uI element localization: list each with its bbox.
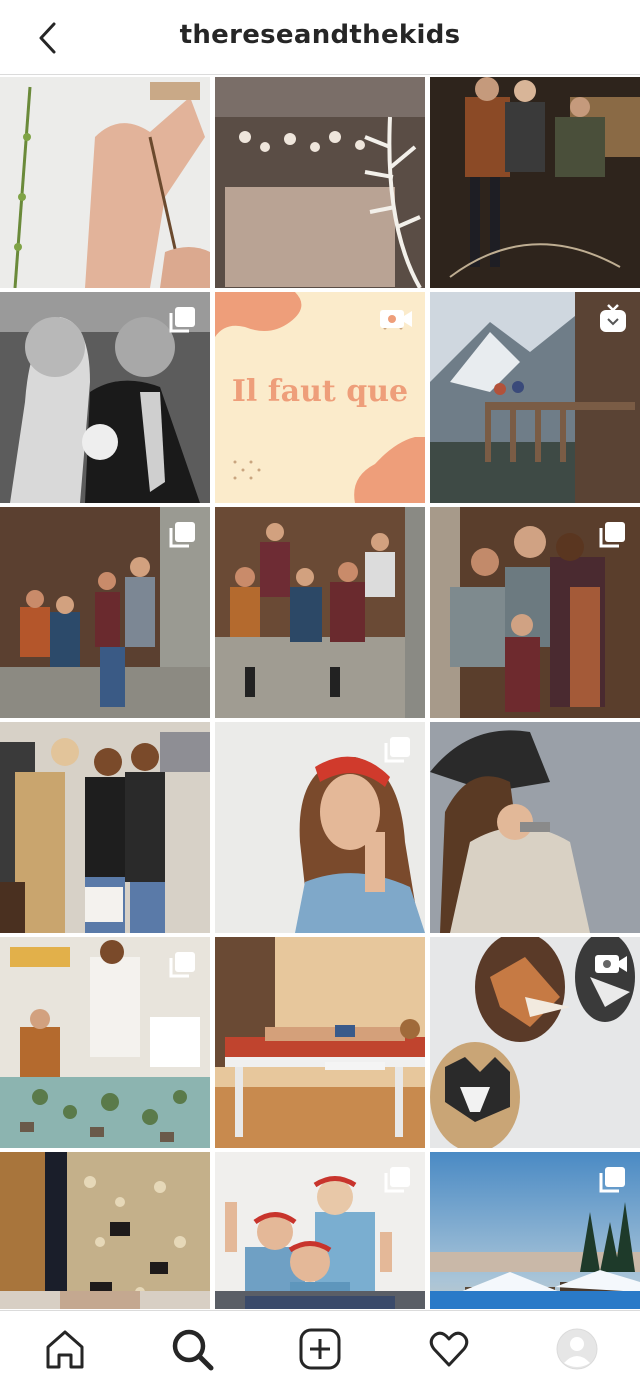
igtv-icon: [598, 304, 628, 334]
video-icon: [594, 949, 628, 979]
grid-post[interactable]: [0, 77, 210, 288]
grid-post[interactable]: [215, 722, 425, 933]
grid-post[interactable]: [430, 1152, 640, 1309]
carousel-icon: [383, 734, 413, 764]
carousel-icon: [168, 519, 198, 549]
profile-username-title: thereseandthekids: [179, 20, 461, 50]
home-icon[interactable]: [43, 1327, 87, 1371]
grid-post[interactable]: [430, 77, 640, 288]
grid-post[interactable]: [430, 937, 640, 1148]
grid-post[interactable]: [0, 292, 210, 503]
bottom-navigation: [0, 1310, 640, 1386]
grid-post[interactable]: [0, 937, 210, 1148]
quote-text: Il faut que: [231, 374, 409, 409]
grid-post[interactable]: [430, 507, 640, 718]
activity-heart-icon[interactable]: [427, 1327, 471, 1371]
carousel-icon: [168, 949, 198, 979]
grid-post[interactable]: [215, 77, 425, 288]
carousel-icon: [598, 519, 628, 549]
grid-post[interactable]: [0, 722, 210, 933]
grid-post[interactable]: [215, 507, 425, 718]
grid-post[interactable]: [215, 1152, 425, 1309]
grid-post[interactable]: [0, 1152, 210, 1309]
carousel-icon: [383, 1164, 413, 1194]
profile-avatar[interactable]: [555, 1327, 599, 1371]
photo-grid: Il faut que: [0, 77, 640, 1309]
grid-post[interactable]: [215, 1291, 425, 1309]
grid-post[interactable]: [430, 722, 640, 933]
grid-post[interactable]: [0, 507, 210, 718]
search-icon[interactable]: [170, 1327, 214, 1371]
top-bar: thereseandthekids: [0, 0, 640, 75]
video-icon: [379, 304, 413, 334]
grid-post[interactable]: Il faut que: [215, 292, 425, 503]
grid-post[interactable]: [215, 937, 425, 1148]
carousel-icon: [598, 1164, 628, 1194]
grid-post[interactable]: [430, 1291, 640, 1309]
grid-post[interactable]: [0, 1291, 210, 1309]
carousel-icon: [168, 304, 198, 334]
new-post-icon[interactable]: [298, 1327, 342, 1371]
grid-post[interactable]: [430, 292, 640, 503]
